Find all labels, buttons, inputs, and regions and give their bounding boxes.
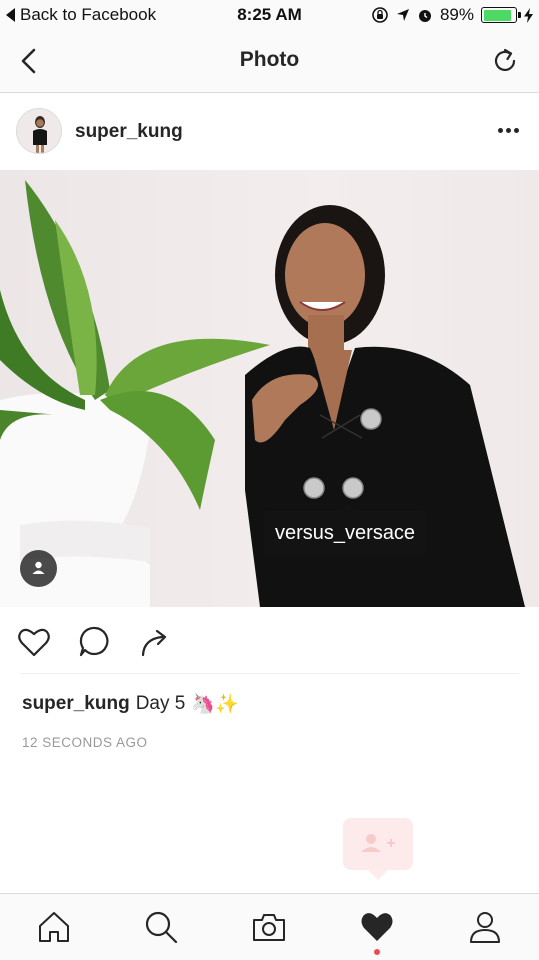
search-icon[interactable]: [142, 908, 180, 946]
avatar[interactable]: [16, 108, 62, 154]
notification-pointer: [368, 870, 388, 880]
charging-bolt-icon: [524, 7, 533, 23]
nav-bar: Photo: [0, 30, 539, 93]
alarm-icon: [418, 10, 431, 22]
follower-notification-bubble: [343, 818, 413, 870]
photo-tag-pointer: [340, 503, 356, 511]
person-icon[interactable]: [20, 550, 57, 587]
home-icon[interactable]: [35, 908, 73, 946]
location-arrow-icon: [396, 9, 409, 21]
status-bar: Back to Facebook 8:25 AM 89%: [0, 0, 539, 30]
avatar-person-image: [17, 109, 61, 153]
camera-icon[interactable]: [250, 908, 288, 946]
comment-icon[interactable]: [77, 624, 113, 660]
heart-icon[interactable]: [16, 624, 52, 660]
activity-heart-icon[interactable]: [358, 908, 396, 946]
post-caption: super_kung Day 5 🦄✨: [22, 692, 239, 716]
page-title: Photo: [239, 48, 300, 71]
battery-icon: [481, 7, 521, 23]
post-header: super_kung: [0, 94, 539, 170]
post-actions: [0, 607, 539, 674]
caption-username[interactable]: super_kung: [22, 693, 130, 715]
notification-dot: [374, 949, 380, 955]
post-username[interactable]: super_kung: [75, 121, 183, 143]
follower-notification-icon: [361, 834, 395, 852]
tab-bar: [0, 893, 539, 960]
battery-percent: 89%: [439, 5, 474, 24]
profile-icon[interactable]: [466, 908, 504, 946]
divider: [20, 673, 519, 674]
battery-fill: [483, 9, 512, 21]
share-icon[interactable]: [138, 624, 174, 660]
post-timestamp: 12 SECONDS AGO: [22, 735, 148, 750]
photo-tag[interactable]: versus_versace: [264, 511, 427, 556]
caption-text: Day 5: [135, 693, 186, 714]
caption-emoji: 🦄✨: [191, 694, 239, 715]
more-dots-icon[interactable]: [498, 128, 519, 133]
refresh-icon[interactable]: [491, 44, 521, 78]
orientation-lock-icon: [372, 7, 388, 23]
